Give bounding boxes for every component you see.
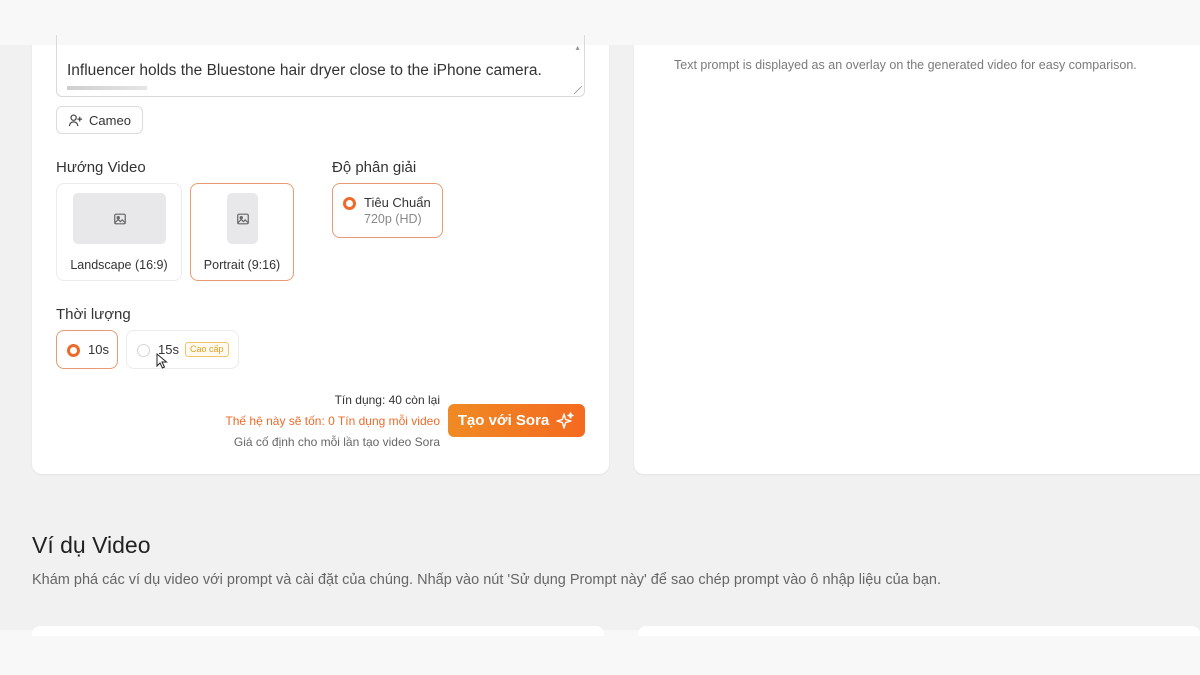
radio-unselected-icon: [137, 344, 150, 357]
bottom-band: [0, 630, 1200, 675]
create-with-sora-button[interactable]: Tạo với Sora: [448, 404, 585, 437]
resolution-standard-option[interactable]: Tiêu Chuẩn 720p (HD): [332, 183, 443, 238]
overlay-note: Text prompt is displayed as an overlay o…: [674, 58, 1137, 72]
image-icon: [113, 213, 126, 224]
credits-remaining: Tín dụng: 40 còn lại: [334, 393, 440, 407]
generation-cost: Thế hệ này sẽ tốn: 0 Tín dụng mỗi video: [225, 414, 440, 428]
duration-label: Thời lượng: [56, 306, 131, 323]
radio-selected-icon: [343, 197, 356, 210]
orientation-portrait-option[interactable]: Portrait (9:16): [190, 183, 294, 281]
resize-grip-icon[interactable]: [574, 86, 582, 94]
premium-badge: Cao cấp: [185, 342, 229, 357]
sparkles-icon: [556, 411, 574, 429]
cameo-button[interactable]: Cameo: [56, 106, 143, 134]
example-card[interactable]: [32, 626, 604, 636]
duration-15s-option[interactable]: 15s Cao cấp: [126, 330, 239, 369]
create-button-label: Tạo với Sora: [457, 412, 550, 429]
portrait-thumbnail: [227, 193, 258, 244]
orientation-landscape-option[interactable]: Landscape (16:9): [56, 183, 182, 281]
examples-title: Ví dụ Video: [32, 532, 151, 558]
portrait-label: Portrait (9:16): [203, 258, 281, 272]
example-card[interactable]: [638, 626, 1200, 636]
scroll-up-arrow-icon[interactable]: ▲: [574, 45, 581, 52]
cameo-label: Cameo: [89, 112, 131, 128]
image-icon: [236, 213, 249, 224]
landscape-thumbnail: [73, 193, 166, 244]
orientation-label: Hướng Video: [56, 159, 146, 176]
examples-description: Khám phá các ví dụ video với prompt và c…: [32, 572, 941, 588]
preview-panel: Text prompt is displayed as an overlay o…: [634, 45, 1200, 474]
add-user-icon: [68, 113, 83, 126]
resolution-label: Độ phân giải: [332, 159, 417, 176]
radio-selected-icon: [67, 344, 80, 357]
landscape-label: Landscape (16:9): [70, 258, 168, 272]
prompt-next-line-fragment: [67, 86, 147, 90]
resolution-title: Tiêu Chuẩn: [364, 195, 431, 210]
prompt-textarea[interactable]: Influencer holds the Bluestone hair drye…: [56, 35, 585, 97]
settings-panel: Influencer holds the Bluestone hair drye…: [32, 35, 609, 474]
duration-10s-option[interactable]: 10s: [56, 330, 118, 369]
resolution-subtitle: 720p (HD): [364, 212, 422, 226]
mouse-cursor-icon: [156, 353, 168, 369]
prompt-text: Influencer holds the Bluestone hair drye…: [67, 62, 542, 79]
duration-10s-label: 10s: [88, 342, 109, 357]
fixed-price-note: Giá cố định cho mỗi lần tạo video Sora: [233, 435, 440, 449]
